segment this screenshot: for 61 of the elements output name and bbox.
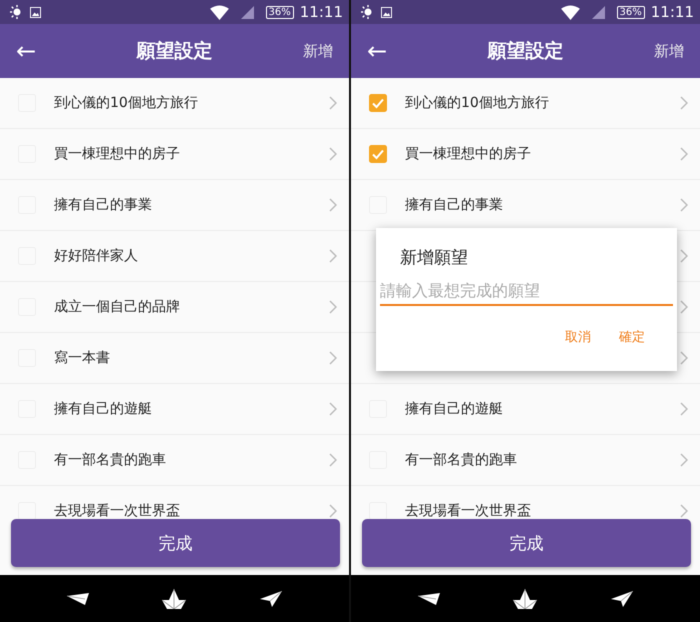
paper-plane-icon[interactable] — [66, 592, 89, 604]
wifi-icon — [210, 4, 229, 20]
chevron-icon — [329, 147, 337, 161]
chevron-icon — [329, 198, 337, 212]
chevron-icon — [329, 96, 337, 110]
wish-label: 到心儀的10個地方旅行 — [405, 94, 550, 112]
chevron-icon — [329, 453, 337, 467]
checkbox[interactable] — [369, 145, 387, 163]
wish-label: 擁有自己的事業 — [405, 196, 504, 214]
checkbox[interactable] — [369, 94, 387, 112]
chevron-icon — [329, 504, 337, 518]
wish-label: 寫一本書 — [54, 349, 111, 367]
signal-icon — [592, 6, 605, 18]
chevron-icon — [329, 300, 337, 314]
back-button[interactable]: ← — [367, 37, 427, 65]
screen-title: 願望設定 — [135, 39, 214, 64]
chevron-icon — [329, 402, 337, 416]
add-button[interactable]: 新增 — [273, 42, 333, 60]
chevron-icon — [680, 198, 688, 212]
wish-label: 好好陪伴家人 — [54, 247, 139, 265]
wish-label: 去現場看一次世界盃 — [54, 502, 181, 519]
add-button[interactable]: 新增 — [624, 42, 684, 60]
wish-label: 擁有自己的遊艇 — [54, 400, 153, 418]
chevron-icon — [680, 96, 688, 110]
wish-label: 買一棟理想中的房子 — [405, 145, 532, 163]
done-button[interactable]: 完成 — [362, 519, 691, 567]
paper-plane-icon[interactable] — [418, 592, 440, 604]
wish-label: 去現場看一次世界盃 — [405, 502, 532, 519]
wish-label: 成立一個自己的品牌 — [54, 298, 181, 316]
chevron-icon — [680, 351, 688, 365]
done-button[interactable]: 完成 — [11, 519, 340, 567]
dialog-title: 新增願望 — [400, 247, 468, 269]
wish-label: 有一部名貴的跑車 — [54, 451, 167, 469]
wifi-icon — [560, 4, 580, 20]
chevron-icon — [680, 402, 688, 416]
back-button[interactable]: ← — [16, 37, 76, 65]
paper-boat-icon[interactable] — [162, 588, 186, 608]
chevron-icon — [680, 249, 688, 263]
wish-label: 買一棟理想中的房子 — [54, 145, 181, 163]
image-icon — [381, 6, 392, 18]
chevron-icon — [680, 147, 688, 161]
paper-plane-icon[interactable] — [611, 590, 634, 606]
chevron-icon — [680, 504, 688, 518]
wish-input-field[interactable]: 請輸入最想完成的願望 — [380, 277, 673, 306]
paper-boat-icon[interactable] — [513, 588, 538, 608]
wish-label: 到心儀的10個地方旅行 — [54, 94, 199, 112]
wish-label: 擁有自己的事業 — [54, 196, 153, 214]
wish-label: 有一部名貴的跑車 — [405, 451, 518, 469]
battery-level: 36% — [616, 6, 645, 18]
chevron-icon — [680, 300, 688, 314]
screen-title: 願望設定 — [486, 39, 564, 64]
chevron-icon — [329, 249, 337, 263]
battery-level: 36% — [266, 6, 294, 18]
image-icon — [30, 6, 41, 18]
signal-icon — [240, 6, 254, 18]
paper-plane-icon[interactable] — [260, 590, 282, 606]
chevron-icon — [680, 453, 688, 467]
clock-time: 11:11 — [650, 3, 694, 21]
clock-time: 11:11 — [300, 3, 343, 21]
chevron-icon — [329, 351, 337, 365]
wish-label: 擁有自己的遊艇 — [405, 400, 504, 418]
